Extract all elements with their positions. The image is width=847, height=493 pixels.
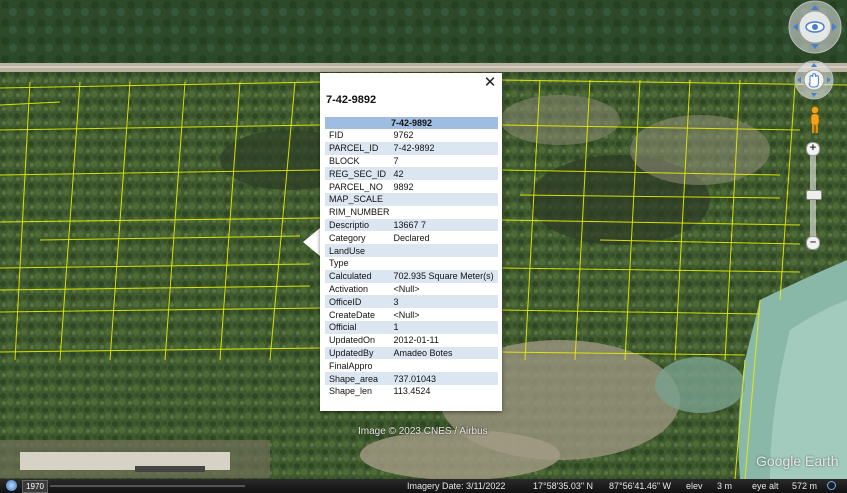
table-header: 7-42-9892: [325, 117, 498, 129]
table-row: RIM_NUMBER: [325, 206, 498, 219]
table-row: Calculated 702.935 Square Meter(s): [325, 269, 498, 283]
eye-altitude-label: eye alt: [752, 481, 779, 491]
attr-value: [390, 206, 498, 219]
table-row: Official 1: [325, 320, 498, 334]
historical-imagery-icon[interactable]: [6, 480, 17, 491]
attr-value: 9892: [393, 181, 414, 192]
table-row: BLOCK 7: [325, 155, 498, 168]
elevation-value: 3 m: [717, 481, 733, 491]
table-row: CreateDate <Null>: [325, 308, 498, 321]
attr-value: 7-42-9892: [389, 141, 498, 155]
table-row: PARCEL_ID 7-42-9892: [325, 141, 498, 155]
attr-value: 2012-01-11: [393, 335, 439, 346]
zoom-handle[interactable]: [806, 190, 822, 200]
attr-key: FinalAppro: [329, 360, 373, 371]
attr-key: Category: [329, 232, 366, 243]
google-earth-logo: Google Earth: [756, 453, 839, 469]
attr-value: [389, 192, 498, 206]
attr-key: OfficeID: [325, 295, 390, 309]
attr-key: Type: [329, 258, 349, 269]
info-balloon: ✕ 7-42-9892 7-42-9892 FID 9762 PARCEL_ID 7…: [320, 73, 502, 411]
table-row: LandUse: [325, 244, 498, 257]
attr-key: LandUse: [325, 244, 390, 257]
attr-key: UpdatedBy: [325, 346, 390, 360]
attribute-table: 7-42-9892 FID 9762 PARCEL_ID 7-42-9892 BLO…: [325, 117, 498, 398]
attr-key: CreateDate: [329, 309, 376, 320]
table-row: Category Declared: [325, 231, 498, 244]
attr-key: Descriptio: [325, 218, 390, 232]
attr-key: Official: [325, 320, 390, 334]
attr-value: [389, 244, 498, 257]
attr-key: REG_SEC_ID: [325, 167, 390, 181]
longitude: 87°56'41.46" W: [609, 481, 672, 491]
table-row: FinalAppro: [325, 359, 498, 372]
balloon-pointer: [303, 228, 320, 256]
table-row: Type: [325, 257, 498, 270]
table-row: UpdatedBy Amadeo Botes: [325, 346, 498, 360]
elevation-label: elev: [686, 481, 703, 491]
attr-key: PARCEL_NO: [329, 181, 383, 192]
attr-key: Shape_area: [325, 372, 390, 385]
attr-value: 42: [389, 167, 498, 181]
table-row: UpdatedOn 2012-01-11: [325, 334, 498, 347]
attr-value: 13667 7: [389, 218, 498, 232]
attr-value: 737.01043: [389, 372, 498, 385]
streaming-indicator-icon: [827, 481, 836, 490]
image-credit: Image © 2023 CNES / Airbus: [358, 426, 488, 437]
table-row: OfficeID 3: [325, 295, 498, 309]
table-row: MAP_SCALE: [325, 192, 498, 206]
eye-altitude-value: 572 m: [792, 481, 818, 491]
attr-key: UpdatedOn: [329, 335, 376, 346]
table-row: Activation <Null>: [325, 283, 498, 296]
plus-icon[interactable]: +: [806, 142, 820, 156]
attr-value: 9762: [393, 130, 414, 141]
table-row: Shape_area 737.01043: [325, 372, 498, 385]
attr-key: Shape_len: [329, 386, 373, 397]
attr-value: 3: [389, 295, 498, 309]
minus-icon[interactable]: –: [806, 236, 820, 250]
attr-key: BLOCK: [329, 155, 360, 166]
attr-key: Activation: [329, 283, 369, 294]
attr-key: FID: [329, 130, 344, 141]
attr-key: MAP_SCALE: [325, 192, 390, 206]
attr-value: <Null>: [393, 309, 420, 320]
table-row: REG_SEC_ID 42: [325, 167, 498, 181]
latitude: 17°58'35.03" N: [533, 481, 594, 491]
timeline-year: 1970: [22, 480, 48, 493]
attr-value: 1: [389, 320, 498, 334]
attr-value: [390, 359, 498, 372]
status-bar: 1970 Imagery Date: 3/11/2022 17°58'35.03…: [0, 479, 847, 493]
close-icon[interactable]: ✕: [483, 75, 497, 91]
attr-value: Amadeo Botes: [389, 346, 498, 360]
table-row: PARCEL_NO 9892: [325, 180, 498, 193]
table-row: Descriptio 13667 7: [325, 218, 498, 232]
attr-value: 702.935 Square Meter(s): [389, 269, 498, 283]
table-row: FID 9762: [325, 129, 498, 142]
attr-key: RIM_NUMBER: [329, 207, 390, 218]
look-around-icon[interactable]: [786, 0, 844, 54]
timeline-slider[interactable]: [50, 485, 245, 487]
attr-key: Calculated: [325, 269, 390, 283]
pegman-icon[interactable]: [807, 106, 823, 134]
attr-value: 7: [393, 155, 399, 166]
attr-value: [390, 257, 498, 270]
hand-move-icon[interactable]: [794, 60, 834, 100]
attr-value: <Null>: [393, 283, 420, 294]
attr-value: Declared: [393, 232, 430, 243]
table-row: Shape_len 113.4524: [325, 385, 498, 398]
attr-value: 113.4524: [393, 386, 431, 397]
attr-key: PARCEL_ID: [325, 141, 390, 155]
imagery-date: Imagery Date: 3/11/2022: [407, 481, 506, 491]
balloon-title: 7-42-9892: [326, 94, 377, 106]
